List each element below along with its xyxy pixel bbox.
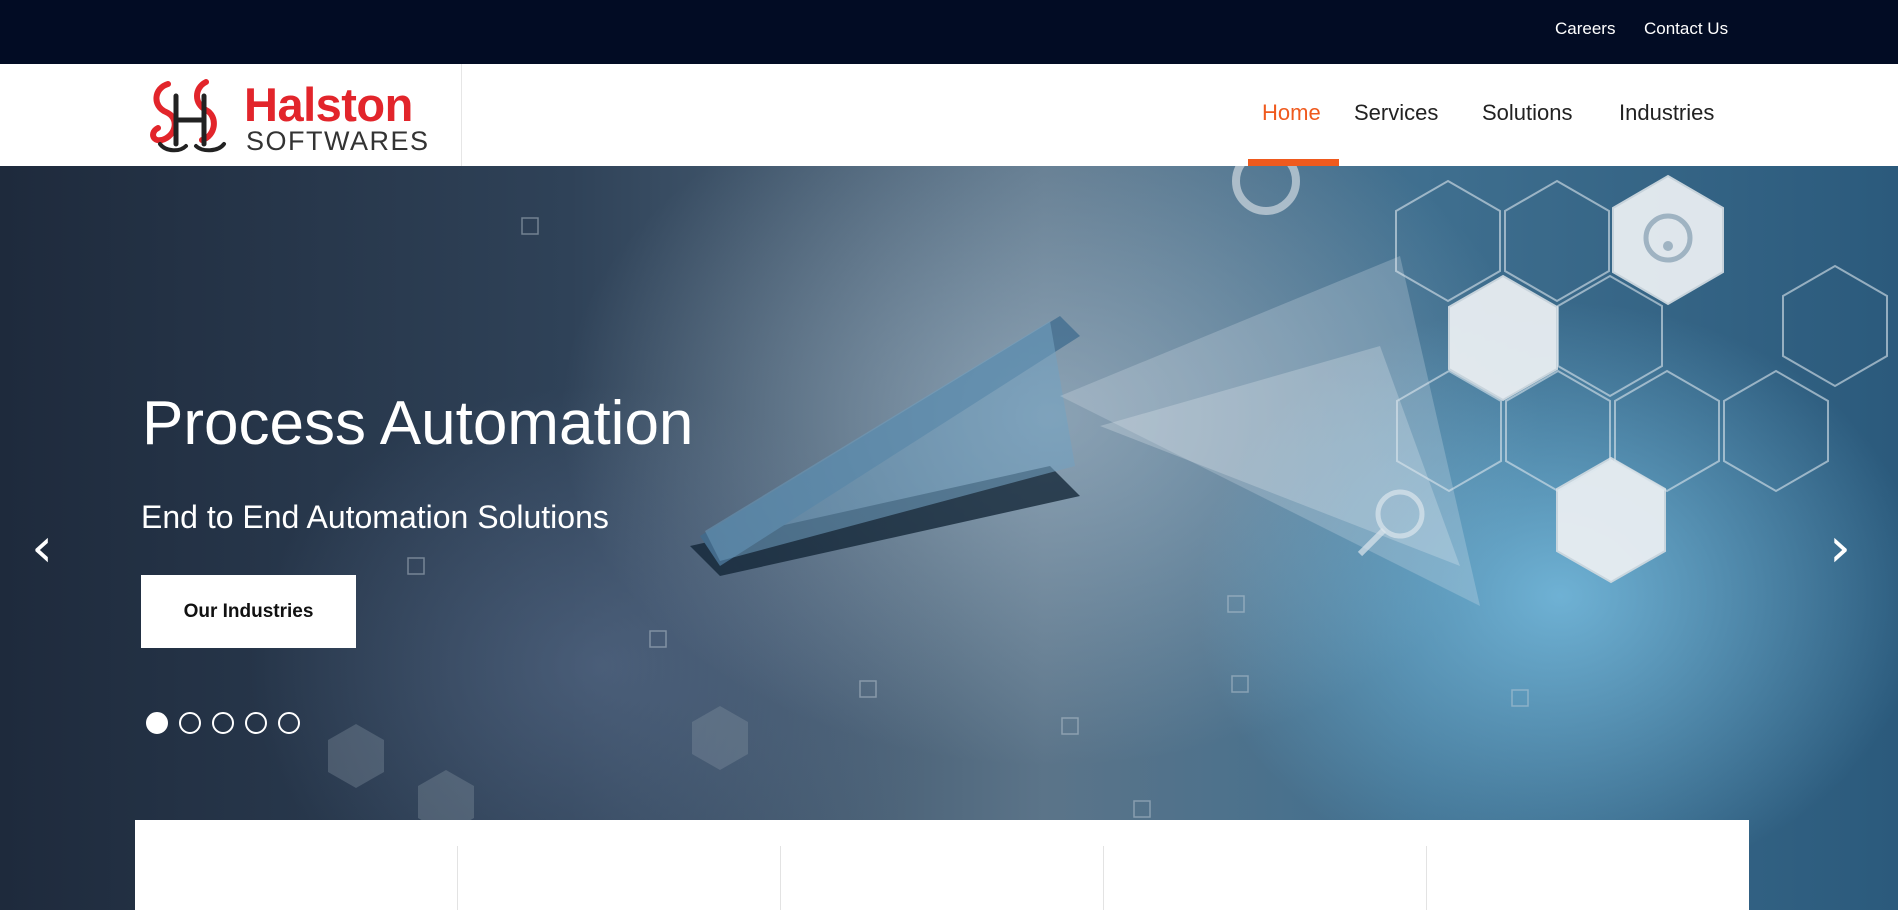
chevron-right-icon[interactable]: ›: [1820, 518, 1860, 578]
nav-industries[interactable]: Industries: [1619, 100, 1714, 126]
brand-tagline: SOFTWARES: [246, 126, 430, 156]
nav-solutions[interactable]: Solutions: [1482, 100, 1573, 126]
card-divider: [1426, 846, 1427, 910]
tablet-illustration: [690, 316, 1080, 576]
slider-dot-2[interactable]: [179, 712, 201, 734]
nav-services[interactable]: Services: [1354, 100, 1438, 126]
card-divider: [1103, 846, 1104, 910]
logo-mark-icon: [150, 79, 226, 153]
slider-dot-5[interactable]: [278, 712, 300, 734]
card-divider: [780, 846, 781, 910]
hero-background-image: [328, 166, 1888, 834]
hero-title: Process Automation: [142, 389, 694, 458]
card-divider: [457, 846, 458, 910]
top-bar: Careers Contact Us: [0, 0, 1898, 64]
our-industries-button[interactable]: Our Industries: [141, 575, 356, 648]
logo[interactable]: Halston SOFTWARES: [0, 64, 462, 166]
main-navbar: Halston SOFTWARES Home Services Solution…: [0, 64, 1898, 166]
slider-dot-1[interactable]: [146, 712, 168, 734]
hero-subtitle: End to End Automation Solutions: [141, 499, 609, 535]
slider-dot-4[interactable]: [245, 712, 267, 734]
slider-dot-3[interactable]: [212, 712, 234, 734]
contact-us-link[interactable]: Contact Us: [1644, 19, 1728, 39]
brand-name: Halston: [244, 78, 413, 131]
careers-link[interactable]: Careers: [1555, 19, 1615, 39]
feature-cards-strip: [135, 820, 1749, 910]
active-nav-indicator: [1248, 159, 1339, 166]
chevron-left-icon[interactable]: ‹: [22, 518, 62, 578]
nav-home[interactable]: Home: [1262, 100, 1321, 126]
hero-slider: Process Automation End to End Automation…: [0, 166, 1898, 910]
